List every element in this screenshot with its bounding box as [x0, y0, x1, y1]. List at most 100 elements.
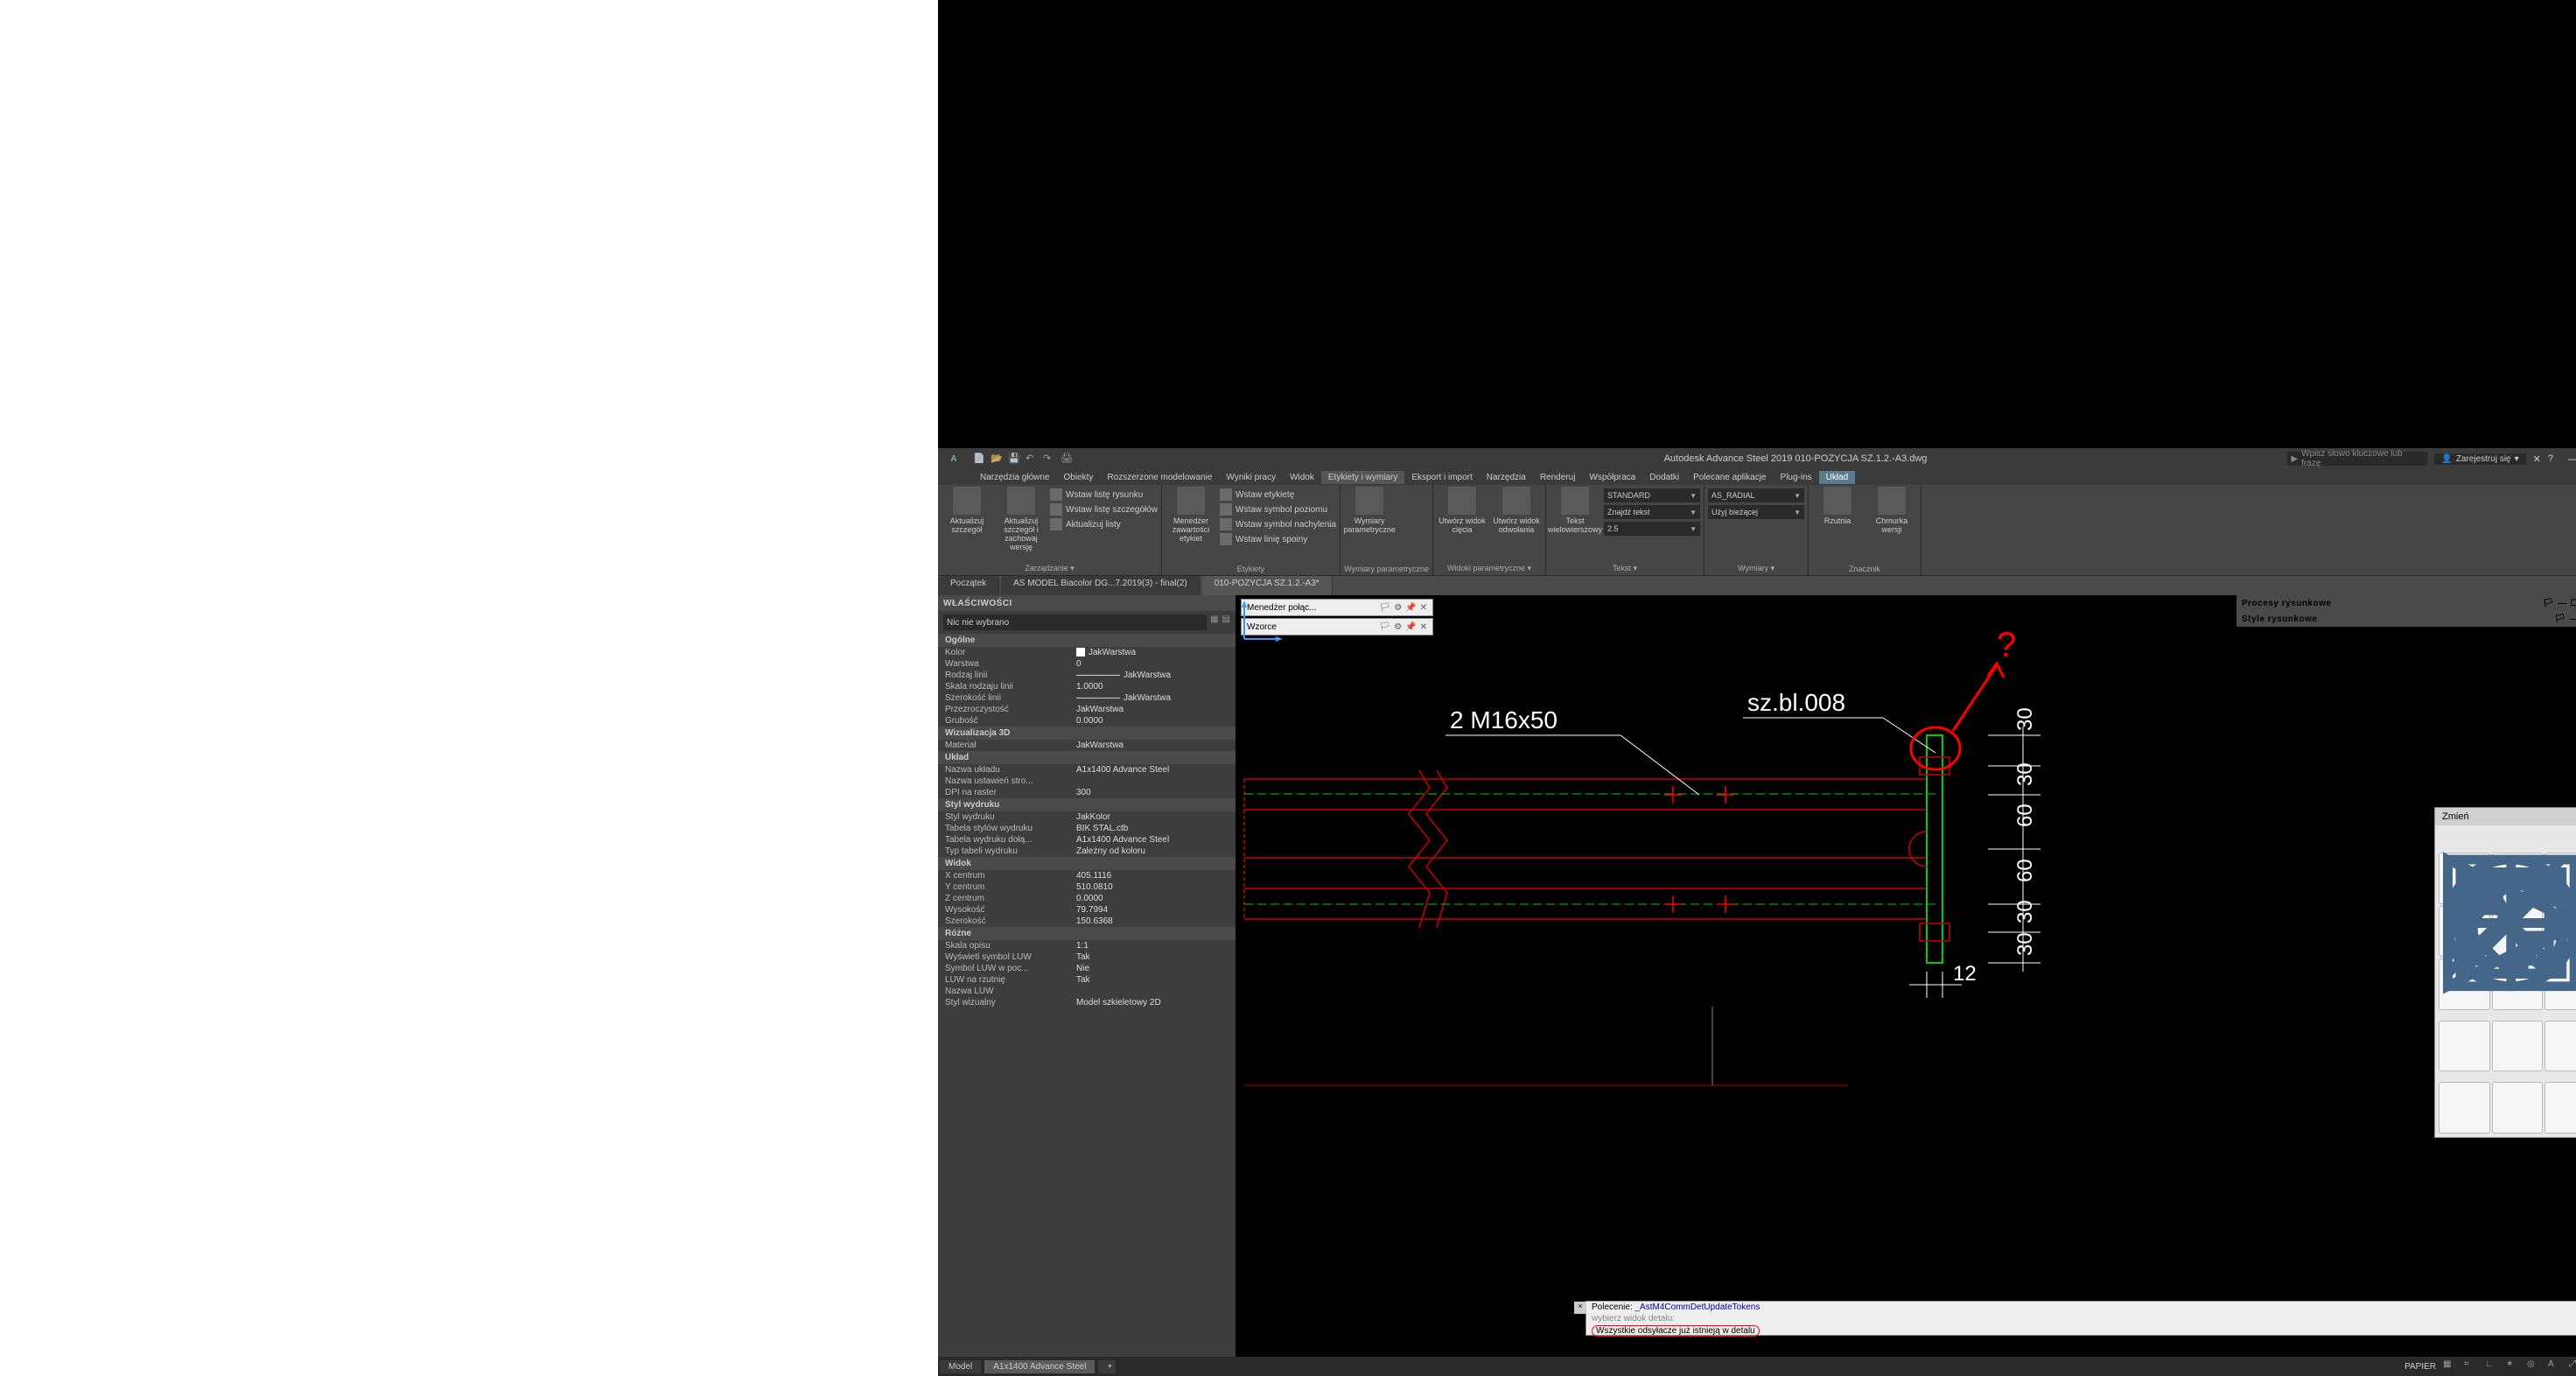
- ribbon-big-button[interactable]: Utwórz widok cięcia: [1437, 487, 1488, 534]
- command-bar[interactable]: × Polecenie: _AstM4CommDetUpdateTokens w…: [1586, 1301, 2576, 1336]
- ribbon-combo[interactable]: STANDARD▼: [1604, 488, 1700, 502]
- property-row[interactable]: Styl wizualnyModel szkieletowy 2D: [938, 997, 1236, 1008]
- status-scale-icon[interactable]: ⤢: [2569, 1359, 2576, 1373]
- document-tab[interactable]: AS MODEL Biacolor DG...7.2019(3) - final…: [1001, 576, 1200, 595]
- dim-2: 30: [2013, 762, 2037, 786]
- property-category[interactable]: Styl wydruku: [938, 798, 1236, 811]
- status-osnap-icon[interactable]: ◎: [2527, 1359, 2541, 1373]
- ribbon-big-button[interactable]: Aktualizuj szczegół i zachowaj wersję: [996, 487, 1046, 551]
- selection-dropdown[interactable]: Nic nie wybrano: [943, 614, 1207, 630]
- property-row[interactable]: Warstwa0: [938, 658, 1236, 670]
- qat-open-icon[interactable]: 📂: [990, 453, 1003, 465]
- ribbon-tab[interactable]: Plug-ins: [1774, 471, 1819, 484]
- qat-save-icon[interactable]: 💾: [1008, 453, 1020, 465]
- layout-tab[interactable]: A1x1400 Advance Steel: [984, 1360, 1095, 1373]
- ribbon-small-button[interactable]: Wstaw symbol poziomu: [1220, 503, 1336, 516]
- document-tab[interactable]: 010-POZYCJA SZ.1.2.-A3*: [1202, 576, 1333, 595]
- document-tab[interactable]: Początek: [938, 576, 999, 595]
- ribbon-tab[interactable]: Polecane aplikacje: [1686, 471, 1773, 484]
- status-polar-icon[interactable]: ✶: [2506, 1359, 2520, 1373]
- property-category[interactable]: Widok: [938, 857, 1236, 870]
- property-row[interactable]: Y centrum510.0810: [938, 881, 1236, 893]
- property-row[interactable]: Wysokość79.7994: [938, 904, 1236, 916]
- ribbon-big-button[interactable]: Chmurka wersji: [1866, 487, 1917, 534]
- property-row[interactable]: X centrum405.1116: [938, 870, 1236, 881]
- ribbon-tab[interactable]: Obiekty: [1057, 471, 1101, 484]
- ribbon-tab[interactable]: Narzędzia główne: [973, 471, 1057, 484]
- ribbon-tab[interactable]: Dodatki: [1642, 471, 1686, 484]
- ribbon-big-button[interactable]: Utwórz widok odwołania: [1491, 487, 1542, 534]
- property-row[interactable]: Skala opisu1:1: [938, 940, 1236, 951]
- window-minimize-button[interactable]: —: [2560, 449, 2576, 468]
- ribbon-big-button[interactable]: Aktualizuj szczegół: [942, 487, 992, 534]
- ribbon-big-button[interactable]: Rzutnia: [1812, 487, 1863, 525]
- property-row[interactable]: PrzezroczystośćJakWarstwa: [938, 704, 1236, 715]
- property-row[interactable]: Nazwa układuA1x1400 Advance Steel: [938, 764, 1236, 776]
- property-category[interactable]: Wizualizacja 3D: [938, 727, 1236, 740]
- qat-print-icon[interactable]: 🖨: [1060, 453, 1073, 465]
- layout-add-button[interactable]: +: [1098, 1360, 1116, 1373]
- exchange-icon[interactable]: ✕: [2533, 453, 2541, 465]
- ribbon-tab[interactable]: Wyniki pracy: [1219, 471, 1283, 484]
- drawing-canvas[interactable]: Menedżer połąc... 🏳⚙📌✕ Wzorce 🏳⚙📌✕ Proce…: [1236, 595, 2576, 1357]
- status-grid-icon[interactable]: ▦: [2443, 1359, 2457, 1373]
- ribbon-small-button[interactable]: Wstaw linię spoiny: [1220, 533, 1336, 545]
- ribbon-small-button[interactable]: Aktualizuj listy: [1050, 518, 1158, 530]
- property-row[interactable]: Tabela wydruku dołą...A1x1400 Advance St…: [938, 834, 1236, 846]
- property-category[interactable]: Ogólne: [938, 634, 1236, 647]
- quickselect-icon[interactable]: ▦: [1210, 614, 1218, 630]
- property-row[interactable]: KolorJakWarstwa: [938, 647, 1236, 658]
- ribbon-small-button[interactable]: Wstaw listę rysunku: [1050, 488, 1158, 501]
- ribbon-tab[interactable]: Eksport i import: [1404, 471, 1479, 484]
- property-row[interactable]: Tabela stylów wydrukuBIK STAL.ctb: [938, 823, 1236, 834]
- property-row[interactable]: LUW na rzutnięTak: [938, 974, 1236, 986]
- ribbon-tab[interactable]: Układ: [1819, 471, 1856, 484]
- property-row[interactable]: Styl wydrukuJakKolor: [938, 811, 1236, 823]
- qat-redo-icon[interactable]: ↷: [1043, 453, 1055, 465]
- property-row[interactable]: Rodzaj liniiJakWarstwa: [938, 670, 1236, 681]
- qat-undo-icon[interactable]: ↶: [1026, 453, 1038, 465]
- app-logo[interactable]: A: [942, 449, 966, 468]
- property-row[interactable]: Szerokość150.6368: [938, 916, 1236, 927]
- ribbon-big-button[interactable]: Wymiary parametryczne: [1344, 487, 1395, 534]
- ribbon-big-button[interactable]: Menedżer zawartości etykiet: [1166, 487, 1216, 543]
- ribbon-tab[interactable]: Narzędzia: [1480, 471, 1533, 484]
- help-icon[interactable]: ?: [2548, 453, 2553, 464]
- status-paper-label[interactable]: PAPIER: [2404, 1362, 2436, 1372]
- qat-new-icon[interactable]: 📄: [973, 453, 985, 465]
- status-snap-icon[interactable]: ⌗: [2464, 1359, 2478, 1373]
- property-row[interactable]: Szerokość liniiJakWarstwa: [938, 692, 1236, 704]
- search-keyword-input[interactable]: ▶Wpisz słowo kluczowe lub frazę: [2287, 452, 2427, 466]
- cmdbar-close-icon[interactable]: ×: [1574, 1302, 1586, 1314]
- ribbon-combo[interactable]: Użyj bieżącej▼: [1708, 505, 1804, 519]
- signin-button[interactable]: 👤 Zarejestruj się ▾: [2434, 453, 2525, 465]
- property-row[interactable]: Grubość0.0000: [938, 715, 1236, 727]
- layout-tab[interactable]: Model: [940, 1360, 981, 1373]
- ribbon-combo[interactable]: 2.5▼: [1604, 522, 1700, 536]
- ribbon-tab[interactable]: Etykiety i wymiary: [1321, 471, 1404, 484]
- property-category[interactable]: Układ: [938, 751, 1236, 764]
- ribbon-small-button[interactable]: Wstaw listę szczegółów: [1050, 503, 1158, 516]
- ribbon-combo[interactable]: AS_RADIAL▼: [1708, 488, 1804, 502]
- property-row[interactable]: Nazwa ustawień stro...: [938, 776, 1236, 787]
- property-row[interactable]: Skala rodzaju linii1.0000: [938, 681, 1236, 692]
- property-row[interactable]: DPI na raster300: [938, 787, 1236, 798]
- ribbon-tab[interactable]: Rozszerzone modelowanie: [1100, 471, 1219, 484]
- select-prev-icon[interactable]: ▤: [1222, 614, 1230, 630]
- property-row[interactable]: Z centrum0.0000: [938, 893, 1236, 904]
- property-row[interactable]: Typ tabeli wydrukuZależny od koloru: [938, 846, 1236, 857]
- ribbon-big-button[interactable]: Tekst wielowierszowy: [1550, 487, 1600, 534]
- ribbon-tab[interactable]: Renderuj: [1533, 471, 1583, 484]
- property-category[interactable]: Różne: [938, 927, 1236, 940]
- ribbon-combo[interactable]: Znajdź tekst▼: [1604, 505, 1700, 519]
- ribbon-small-button[interactable]: Wstaw symbol nachylenia: [1220, 518, 1336, 530]
- ribbon-small-button[interactable]: Wstaw etykietę: [1220, 488, 1336, 501]
- property-row[interactable]: Nazwa LUW: [938, 986, 1236, 997]
- property-row[interactable]: Symbol LUW w poc...Nie: [938, 963, 1236, 974]
- status-ortho-icon[interactable]: ∟: [2485, 1359, 2499, 1373]
- property-row[interactable]: MateriałJakWarstwa: [938, 740, 1236, 751]
- property-row[interactable]: Wyświetl symbol LUWTak: [938, 951, 1236, 963]
- ribbon-tab[interactable]: Współpraca: [1582, 471, 1642, 484]
- status-anno-icon[interactable]: A: [2548, 1359, 2562, 1373]
- ribbon-tab[interactable]: Widok: [1283, 471, 1321, 484]
